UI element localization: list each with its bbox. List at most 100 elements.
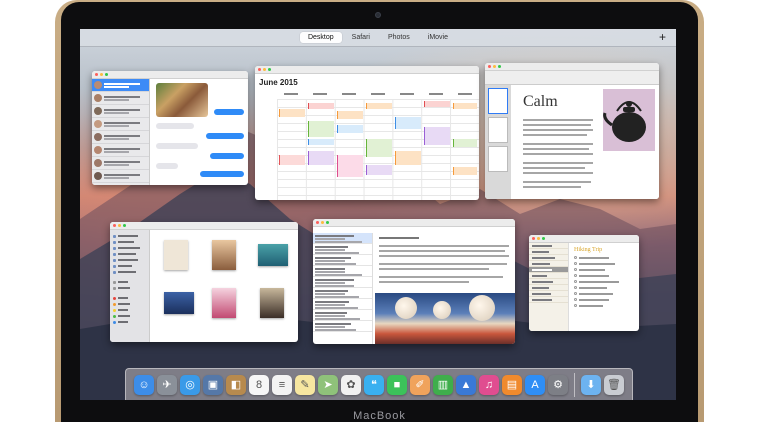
message-row[interactable] xyxy=(313,288,372,299)
note-editor[interactable]: Hiking Trip xyxy=(570,243,639,331)
note-row[interactable] xyxy=(529,297,568,303)
finder-icon[interactable]: ☺ xyxy=(134,374,154,395)
trash-icon[interactable]: 🗑 xyxy=(604,374,624,395)
zoom-icon[interactable] xyxy=(542,237,545,240)
calendar-icon[interactable]: 8 xyxy=(249,374,269,395)
message-row[interactable] xyxy=(313,299,372,310)
page-thumbnail[interactable] xyxy=(488,146,508,172)
conversation-row[interactable] xyxy=(92,170,149,183)
close-icon[interactable] xyxy=(95,73,98,76)
calendar-event[interactable] xyxy=(366,139,392,157)
calendar-event[interactable] xyxy=(366,165,392,175)
safari-icon[interactable]: ◎ xyxy=(180,374,200,395)
space-tab-imovie[interactable]: iMovie xyxy=(420,32,456,43)
tag-item[interactable] xyxy=(110,319,149,325)
calendar-event[interactable] xyxy=(308,151,334,165)
pages-icon[interactable]: ✐ xyxy=(410,374,430,395)
calendar-event[interactable] xyxy=(279,155,305,165)
checklist-item[interactable] xyxy=(574,304,635,307)
minimize-icon[interactable] xyxy=(321,221,324,224)
calendar-event[interactable] xyxy=(453,103,477,109)
maps-icon[interactable]: ➤ xyxy=(318,374,338,395)
message-row[interactable] xyxy=(313,244,372,255)
book-cover[interactable] xyxy=(260,288,284,318)
checklist-item[interactable] xyxy=(574,274,635,277)
message-row[interactable] xyxy=(313,277,372,288)
calendar-event[interactable] xyxy=(308,139,334,145)
zoom-icon[interactable] xyxy=(498,65,501,68)
book-cover[interactable] xyxy=(258,244,288,266)
book-cover[interactable] xyxy=(212,288,236,318)
calendar-event[interactable] xyxy=(337,155,363,177)
pages-window[interactable]: Calm xyxy=(485,63,659,199)
checklist-item[interactable] xyxy=(574,268,635,271)
minimize-icon[interactable] xyxy=(100,73,103,76)
calendar-event[interactable] xyxy=(395,117,421,129)
checklist-item[interactable] xyxy=(574,292,635,295)
page-thumbnail[interactable] xyxy=(488,117,508,143)
downloads-folder-icon[interactable]: ⬇ xyxy=(581,374,601,395)
system-preferences-icon[interactable]: ⚙ xyxy=(548,374,568,395)
calendar-event[interactable] xyxy=(424,101,450,107)
book-cover[interactable] xyxy=(164,240,188,270)
ibooks-icon[interactable]: ▤ xyxy=(502,374,522,395)
minimize-icon[interactable] xyxy=(537,237,540,240)
conversation-row[interactable] xyxy=(92,157,149,170)
messages-window[interactable] xyxy=(92,71,248,185)
checklist-item[interactable] xyxy=(574,280,635,283)
book-cover[interactable] xyxy=(212,240,236,270)
zoom-icon[interactable] xyxy=(326,221,329,224)
checklist-item[interactable] xyxy=(574,262,635,265)
numbers-icon[interactable]: ▥ xyxy=(433,374,453,395)
calendar-event[interactable] xyxy=(395,151,421,165)
notes-window[interactable]: Hiking Trip xyxy=(529,235,639,331)
space-tab-desktop[interactable]: Desktop xyxy=(299,32,342,43)
calendar-event[interactable] xyxy=(337,111,363,119)
messages-icon[interactable]: ❝ xyxy=(364,374,384,395)
pages-document[interactable]: Calm xyxy=(513,85,659,199)
message-row[interactable] xyxy=(313,266,372,277)
calendar-event[interactable] xyxy=(337,125,363,133)
page-thumbnail[interactable] xyxy=(488,88,508,114)
calendar-event[interactable] xyxy=(308,103,334,109)
sidebar-item[interactable] xyxy=(110,269,149,275)
message-row[interactable] xyxy=(313,321,372,332)
keynote-icon[interactable]: ▲ xyxy=(456,374,476,395)
photo-booth-icon[interactable]: ▣ xyxy=(203,374,223,395)
conversation-row[interactable] xyxy=(92,105,149,118)
calendar-event[interactable] xyxy=(308,121,334,137)
conversation-row[interactable] xyxy=(92,118,149,131)
calendar-event[interactable] xyxy=(366,103,392,109)
contacts-icon[interactable]: ◧ xyxy=(226,374,246,395)
ibooks-window[interactable] xyxy=(110,222,298,342)
close-icon[interactable] xyxy=(258,68,261,71)
photos-icon[interactable]: ✿ xyxy=(341,374,361,395)
zoom-icon[interactable] xyxy=(123,224,126,227)
notes-icon[interactable]: ✎ xyxy=(295,374,315,395)
conversation-row[interactable] xyxy=(92,79,149,92)
message-row[interactable] xyxy=(313,255,372,266)
mail-window[interactable] xyxy=(313,219,515,344)
minimize-icon[interactable] xyxy=(493,65,496,68)
close-icon[interactable] xyxy=(532,237,535,240)
calendar-event[interactable] xyxy=(453,167,477,175)
close-icon[interactable] xyxy=(113,224,116,227)
book-cover[interactable] xyxy=(164,292,194,314)
close-icon[interactable] xyxy=(316,221,319,224)
app-store-icon[interactable]: A xyxy=(525,374,545,395)
minimize-icon[interactable] xyxy=(118,224,121,227)
reminders-icon[interactable]: ≡ xyxy=(272,374,292,395)
checklist-item[interactable] xyxy=(574,256,635,259)
add-space-button[interactable]: + xyxy=(659,30,666,44)
minimize-icon[interactable] xyxy=(263,68,266,71)
conversation-row[interactable] xyxy=(92,92,149,105)
itunes-icon[interactable]: ♫ xyxy=(479,374,499,395)
sidebar-item[interactable] xyxy=(110,285,149,291)
message-row[interactable] xyxy=(313,310,372,321)
calendar-window[interactable]: June 2015 xyxy=(255,66,479,200)
zoom-icon[interactable] xyxy=(268,68,271,71)
calendar-event[interactable] xyxy=(279,109,305,117)
space-tab-photos[interactable]: Photos xyxy=(380,32,418,43)
facetime-icon[interactable]: ■ xyxy=(387,374,407,395)
calendar-event[interactable] xyxy=(424,127,450,145)
